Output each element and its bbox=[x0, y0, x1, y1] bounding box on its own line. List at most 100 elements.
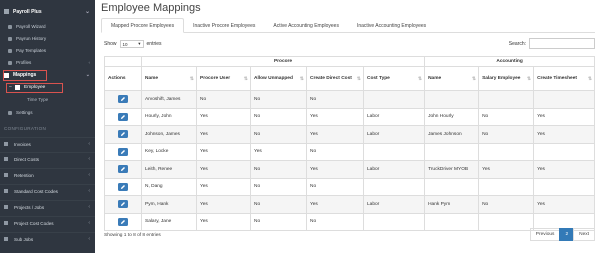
caret-left-icon: ‹ bbox=[88, 156, 90, 162]
col-header-create-direct-cost[interactable]: Create Direct Cost ⇅ bbox=[306, 66, 364, 91]
tab-inactive-procore-employees[interactable]: Inactive Procore Employees bbox=[184, 18, 264, 33]
cell-cost-type: Labor bbox=[362, 107, 426, 126]
current-page-button[interactable]: 2 bbox=[559, 228, 575, 241]
caret-left-icon: ‹ bbox=[88, 204, 90, 210]
cell-create-direct-cost: No bbox=[306, 142, 364, 161]
cell-allow-unmapped: No bbox=[250, 107, 307, 126]
cell-accounting-name: Hank Pym bbox=[424, 195, 480, 214]
sort-icon: ⇅ bbox=[243, 76, 248, 82]
caret-left-icon: ‹ bbox=[88, 188, 90, 194]
cell-actions bbox=[104, 177, 142, 196]
cell-procore-name: Salary, Jane bbox=[141, 212, 197, 231]
edit-button[interactable] bbox=[118, 217, 128, 226]
edit-button[interactable] bbox=[118, 95, 128, 104]
cell-allow-unmapped: No bbox=[250, 160, 307, 179]
cell-create-direct-cost: No bbox=[306, 212, 364, 231]
previous-page-button[interactable]: Previous bbox=[529, 228, 561, 241]
sidebar-item-profiles[interactable]: Profiles ‹ bbox=[0, 58, 95, 67]
col-header-create-timesheet[interactable]: Create Timesheet ⇅ bbox=[533, 66, 596, 91]
sidebar-item-direct-costs[interactable]: Direct Costs ‹ bbox=[0, 152, 95, 165]
entries-select[interactable]: 10 ▾ bbox=[119, 40, 144, 48]
cell-create-timesheet bbox=[533, 90, 596, 109]
sidebar-item-retention[interactable]: Retention ‹ bbox=[0, 168, 95, 181]
sidebar-payroll-label: Payroll Plus bbox=[13, 8, 42, 15]
col-header-label: Create Timesheet bbox=[537, 75, 577, 81]
cell-procore-name: Johnson, James bbox=[141, 125, 197, 144]
highlight-box bbox=[3, 70, 47, 81]
caret-left-icon: ‹ bbox=[88, 60, 90, 65]
show-label: Show bbox=[104, 41, 117, 47]
cell-cost-type bbox=[362, 212, 426, 231]
chevron-down-icon: ⌄ bbox=[85, 72, 90, 78]
group-header-accounting: Accounting bbox=[424, 56, 596, 67]
sidebar-item-pay-templates[interactable]: Pay Templates bbox=[0, 46, 95, 55]
sidebar-item-employee[interactable]: – Employee bbox=[0, 83, 95, 93]
col-header-label: Name bbox=[428, 75, 442, 81]
search-label: Search: bbox=[508, 40, 526, 47]
table-row: Key, Locke Yes Yes No bbox=[104, 142, 596, 161]
cell-allow-unmapped: Yes bbox=[250, 142, 307, 161]
sidebar-item-projects-jobs[interactable]: Projects / Jobs ‹ bbox=[0, 200, 95, 213]
cell-allow-unmapped: No bbox=[250, 177, 307, 196]
col-header-label: Salary Employee bbox=[482, 75, 521, 81]
sidebar-item-payroll-wizard[interactable]: Payroll Wizard bbox=[0, 22, 95, 31]
col-header-procore-name[interactable]: Name ⇅ bbox=[141, 66, 197, 91]
sidebar-item-settings[interactable]: Settings bbox=[0, 108, 95, 117]
sidebar-item-label: Projects / Jobs bbox=[14, 204, 45, 210]
pencil-icon bbox=[121, 149, 125, 154]
cell-create-direct-cost: Yes bbox=[306, 195, 364, 214]
edit-button[interactable] bbox=[118, 182, 128, 191]
cell-accounting-name: James Johnson bbox=[424, 125, 480, 144]
cell-create-timesheet bbox=[533, 177, 596, 196]
edit-button[interactable] bbox=[118, 147, 128, 156]
search-input[interactable] bbox=[529, 38, 595, 49]
sidebar-item-payrun-history[interactable]: Payrun History bbox=[0, 34, 95, 43]
cell-actions bbox=[104, 212, 142, 231]
search-control: Search: bbox=[509, 38, 595, 49]
cell-cost-type: Labor bbox=[362, 160, 426, 179]
col-header-salary-employee[interactable]: Salary Employee ⇅ bbox=[478, 66, 535, 91]
table-row: Leith, Renee Yes No Yes Labor TruckDriver MYO… bbox=[104, 160, 596, 179]
edit-button[interactable] bbox=[118, 112, 128, 121]
cell-accounting-name: John Hourly bbox=[424, 107, 480, 126]
cell-accounting-name: TruckDriver MYOB bbox=[424, 160, 480, 179]
edit-button[interactable] bbox=[118, 130, 128, 139]
sidebar-item-label: Sub Jobs bbox=[14, 236, 34, 242]
employee-mappings-table: Procore Accounting Actions Name ⇅ Procore… bbox=[104, 56, 596, 231]
sidebar-item-label: Settings bbox=[16, 110, 33, 115]
sidebar-item-time-type[interactable]: Time Type bbox=[0, 95, 95, 103]
caret-left-icon: ‹ bbox=[88, 172, 90, 178]
cell-procore-name: Hourly, John bbox=[141, 107, 197, 126]
tab-active-accounting-employees[interactable]: Active Accounting Employees bbox=[264, 18, 348, 33]
cell-salary-employee: No bbox=[478, 125, 535, 144]
col-header-procore-user[interactable]: Procore User ⇅ bbox=[196, 66, 251, 91]
cell-procore-name: Key, Locke bbox=[141, 142, 197, 161]
cell-salary-employee bbox=[478, 177, 535, 196]
tab-mapped-procore-employees[interactable]: Mapped Procore Employees bbox=[101, 18, 185, 33]
cell-create-direct-cost: No bbox=[306, 177, 364, 196]
col-header-accounting-name[interactable]: Name ⇅ bbox=[424, 66, 480, 91]
col-header-allow-unmapped[interactable]: Allow Unmapped ⇅ bbox=[250, 66, 307, 91]
cell-procore-name: Pym, Hank bbox=[141, 195, 197, 214]
sidebar-item-standard-cost-codes[interactable]: Standard Cost Codes ‹ bbox=[0, 184, 95, 197]
tab-inactive-accounting-employees[interactable]: Inactive Accounting Employees bbox=[348, 18, 435, 33]
cell-create-direct-cost: Yes bbox=[306, 125, 364, 144]
folder-icon bbox=[4, 205, 8, 209]
cell-actions bbox=[104, 107, 142, 126]
table-row: Pym, Hank Yes No Yes Labor Hank Pym No Yes bbox=[104, 195, 596, 214]
sidebar-item-project-cost-codes[interactable]: Project Cost Codes ‹ bbox=[0, 216, 95, 229]
edit-button[interactable] bbox=[118, 200, 128, 209]
sidebar-item-label: Project Cost Codes bbox=[14, 220, 54, 226]
sidebar-payroll-plus[interactable]: Payroll Plus ⌄ bbox=[0, 7, 95, 16]
edit-button[interactable] bbox=[118, 165, 128, 174]
cell-salary-employee bbox=[478, 142, 535, 161]
sidebar-item-mappings[interactable]: Mappings ⌄ bbox=[0, 70, 95, 81]
col-header-cost-type[interactable]: Cost Type ⇅ bbox=[362, 66, 426, 91]
next-page-button[interactable]: Next bbox=[573, 228, 595, 241]
pencil-icon bbox=[121, 97, 125, 102]
sidebar-item-sub-jobs[interactable]: Sub Jobs ‹ bbox=[0, 232, 95, 245]
sidebar-item-invoices[interactable]: Invoices ‹ bbox=[0, 137, 95, 150]
bullet-icon bbox=[8, 110, 12, 115]
cell-accounting-name bbox=[424, 177, 480, 196]
col-header-label: Actions bbox=[108, 75, 126, 81]
